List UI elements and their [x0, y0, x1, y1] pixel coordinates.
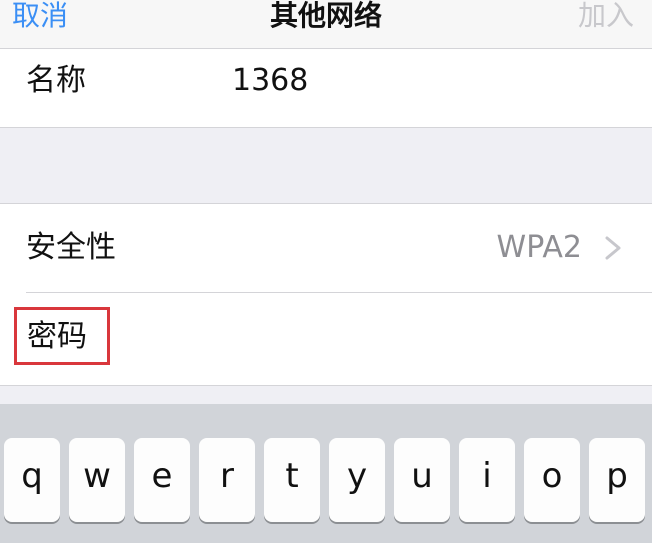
- key-p[interactable]: p: [589, 438, 645, 522]
- key-w[interactable]: w: [69, 438, 125, 522]
- key-e[interactable]: e: [134, 438, 190, 522]
- chevron-right-icon: [605, 236, 621, 260]
- key-y[interactable]: y: [329, 438, 385, 522]
- key-o[interactable]: o: [524, 438, 580, 522]
- password-input[interactable]: [140, 313, 624, 365]
- name-label: 名称: [26, 63, 86, 98]
- network-name-section: 名称 1368: [0, 49, 652, 128]
- key-q[interactable]: q: [4, 438, 60, 522]
- password-row[interactable]: 密码: [0, 293, 652, 385]
- page-title: 其他网络: [269, 0, 382, 32]
- key-r[interactable]: r: [199, 438, 255, 522]
- join-button[interactable]: 加入: [578, 0, 634, 38]
- key-t[interactable]: t: [264, 438, 320, 522]
- security-label: 安全性: [26, 230, 116, 265]
- navigation-bar: 取消 其他网络 加入: [0, 0, 652, 49]
- keyboard: q w e r t y u i o p: [0, 404, 652, 543]
- key-i[interactable]: i: [459, 438, 515, 522]
- password-label: 密码: [27, 319, 87, 354]
- security-value: WPA2: [496, 230, 582, 265]
- password-label-highlight: 密码: [14, 307, 110, 365]
- security-row[interactable]: 安全性 WPA2: [0, 204, 652, 292]
- security-section: 安全性 WPA2 密码: [0, 203, 652, 386]
- key-u[interactable]: u: [394, 438, 450, 522]
- network-name-field[interactable]: 1368: [232, 61, 308, 101]
